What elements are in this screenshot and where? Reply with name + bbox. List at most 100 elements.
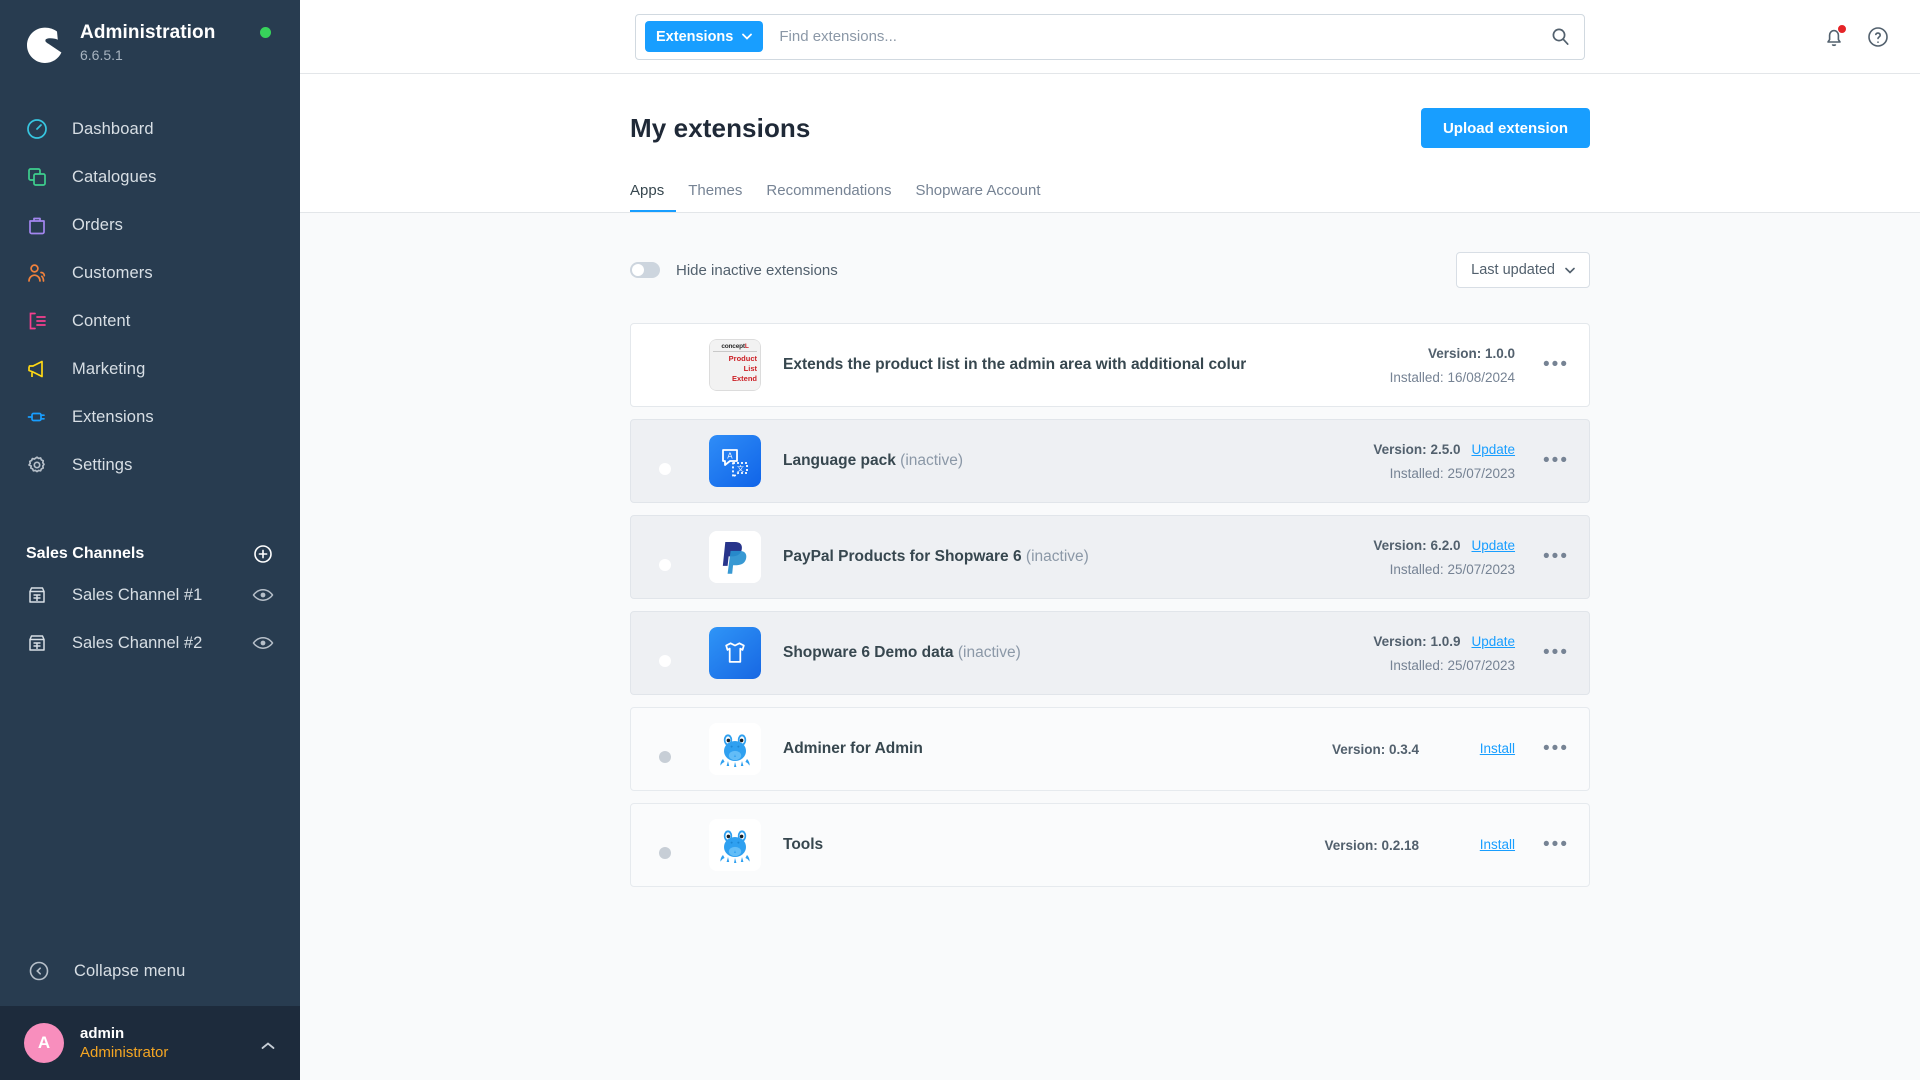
extension-install-link[interactable]: Install [1480,741,1515,756]
tab-recommendations[interactable]: Recommendations [754,182,903,212]
extension-row[interactable]: PayPal Products for Shopware 6 (inactive… [630,515,1590,599]
add-sales-channel-icon[interactable] [252,543,274,565]
search-input[interactable] [779,28,1551,45]
sidebar-sales-channel-1[interactable]: Sales Channel #1 [0,571,300,619]
plug-icon [24,404,50,430]
extension-context-menu-icon[interactable]: ••• [1515,643,1569,662]
hide-inactive-toggle[interactable]: Hide inactive extensions [630,262,838,279]
topbar-actions [1822,0,1890,74]
global-search[interactable]: Extensions [635,13,1585,60]
extension-context-menu-icon[interactable]: ••• [1515,835,1569,854]
extension-logo: A 文 [709,435,761,487]
chevron-down-icon [742,33,753,40]
collapse-menu-label: Collapse menu [74,961,186,980]
sidebar-item-orders[interactable]: Orders [0,201,300,249]
extension-row[interactable]: Tools Version: 0.2.18 Install ••• [630,803,1590,887]
bag-icon [24,212,50,238]
tab-bar: Apps Themes Recommendations Shopware Acc… [630,182,1590,212]
extension-name: Extends the product list in the admin ar… [783,356,1247,373]
extension-logo [709,531,761,583]
sidebar-item-catalogues[interactable]: Catalogues [0,153,300,201]
extension-update-link[interactable]: Update [1471,634,1515,649]
frosh-frog-logo [709,723,761,775]
page-header: My extensions Upload extension Apps Them… [300,74,1920,213]
preview-eye-icon[interactable] [252,635,274,651]
user-role: Administrator [80,1043,169,1061]
extension-logo [709,819,761,871]
extension-row[interactable]: A 文 Language pack (inactive) Version: 2.… [630,419,1590,503]
sidebar-version: 6.6.5.1 [80,47,123,63]
extension-update-link[interactable]: Update [1471,538,1515,553]
chevron-up-icon[interactable] [260,1038,276,1049]
tab-themes[interactable]: Themes [676,182,754,212]
help-icon[interactable] [1866,25,1890,49]
content-area: Hide inactive extensions Last updated co… [300,213,1920,1080]
extension-name: Tools [783,836,824,853]
storefront-icon [26,584,48,606]
sidebar-item-content[interactable]: Content [0,297,300,345]
collapse-menu-button[interactable]: Collapse menu [0,942,300,1000]
extension-context-menu-icon[interactable]: ••• [1515,355,1569,374]
notifications-bell-icon[interactable] [1822,24,1847,49]
switch-knob [659,847,671,859]
sales-channel-label: Sales Channel #2 [72,633,203,652]
extension-meta: Version: 2.5.0 Update Installed: 25/07/2… [1365,442,1515,481]
extension-version: Version: 0.3.4 [1331,741,1420,757]
hide-inactive-switch[interactable] [630,262,660,278]
search-scope-dropdown[interactable]: Extensions [645,21,764,52]
sidebar-title: Administration [80,22,216,43]
extension-logo [709,723,761,775]
extension-row[interactable]: conceptL Product List Extend Extends the p… [630,323,1590,407]
extension-version: Version: 6.2.0 [1373,537,1461,553]
sidebar-header: Administration 6.6.5.1 [0,0,300,65]
topbar: Extensions [300,0,1920,74]
gauge-icon [24,116,50,142]
extension-meta: Version: 1.0.9 Update Installed: 25/07/2… [1365,634,1515,673]
user-menu[interactable]: A admin Administrator [0,1006,300,1080]
sidebar-item-label: Marketing [72,359,146,378]
status-dot [260,27,271,38]
extension-list: conceptL Product List Extend Extends the p… [630,323,1590,887]
extension-context-menu-icon[interactable]: ••• [1515,547,1569,566]
svg-text:A: A [727,451,733,460]
extension-version: Version: 1.0.0 [1427,345,1516,361]
extension-installed: Installed: 25/07/2023 [1389,465,1516,481]
extension-install-link[interactable]: Install [1480,837,1515,852]
sales-channel-label: Sales Channel #1 [72,585,203,604]
sidebar-item-label: Dashboard [72,119,154,138]
sidebar-sales-channel-2[interactable]: Sales Channel #2 [0,619,300,667]
search-icon[interactable] [1551,27,1570,46]
chevron-down-icon [1565,267,1575,274]
upload-extension-button[interactable]: Upload extension [1420,108,1590,148]
sidebar-item-label: Customers [72,263,153,282]
hide-inactive-label: Hide inactive extensions [676,261,838,279]
tab-shopware-account[interactable]: Shopware Account [903,182,1052,212]
sidebar-item-label: Extensions [72,407,154,426]
user-info: admin Administrator [80,1024,260,1063]
extension-update-link[interactable]: Update [1471,442,1515,457]
gear-icon [24,452,50,478]
sidebar-item-settings[interactable]: Settings [0,441,300,489]
sidebar-item-dashboard[interactable]: Dashboard [0,105,300,153]
main-area: Extensions Find extensions... My extensi… [300,0,1920,1080]
avatar: A [24,1023,64,1063]
sidebar-item-extensions[interactable]: Extensions [0,393,300,441]
preview-eye-icon[interactable] [252,587,274,603]
sidebar-item-label: Settings [72,455,133,474]
extension-name: Adminer for Admin [783,740,923,757]
admin-app: Administration 6.6.5.1 Dashboard Catalog… [0,0,1920,1080]
language-pack-logo: A 文 [709,435,761,487]
tab-apps[interactable]: Apps [630,182,677,212]
switch-knob [659,559,671,571]
extension-meta: Version: 0.2.18 [1269,838,1419,853]
extension-context-menu-icon[interactable]: ••• [1515,739,1569,758]
sidebar-item-customers[interactable]: Customers [0,249,300,297]
extension-row[interactable]: Shopware 6 Demo data (inactive) Version:… [630,611,1590,695]
extension-context-menu-icon[interactable]: ••• [1515,451,1569,470]
sort-dropdown[interactable]: Last updated [1456,252,1590,288]
sales-channels-section-header: Sales Channels [0,537,300,571]
extension-logo: conceptL Product List Extend [709,339,761,391]
sidebar-item-marketing[interactable]: Marketing [0,345,300,393]
sales-channels-title: Sales Channels [26,545,145,562]
extension-row[interactable]: Adminer for Admin Version: 0.3.4 Install… [630,707,1590,791]
